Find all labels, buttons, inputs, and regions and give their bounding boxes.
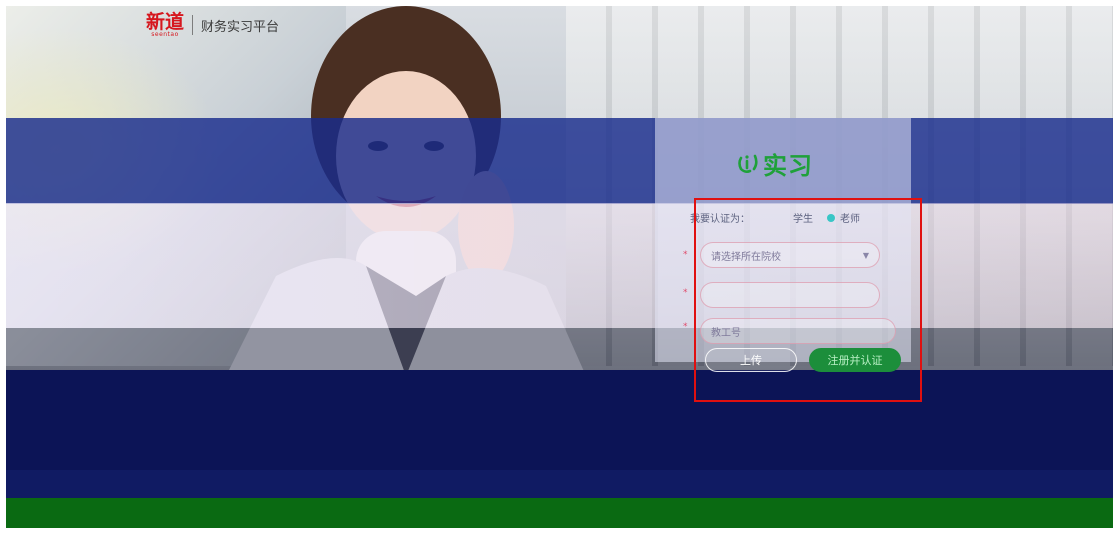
staff-id-input[interactable]: 教工号 [700,318,896,344]
register-button[interactable]: 注册并认证 [809,348,901,372]
hero-background [6,6,1113,528]
upload-button[interactable]: 上传 [705,348,797,372]
brand-text: 实习 [763,151,813,180]
role-option-label: 老师 [840,214,860,225]
glitch-band [6,370,1113,470]
required-mark: * [683,322,688,332]
account-input[interactable] [700,282,880,308]
glitch-band [6,203,1113,328]
footer-band [6,498,1113,528]
brand-logo: 实习 [737,146,813,180]
required-mark: * [683,250,688,260]
role-selector: 我要认证为： 学生 老师 [690,210,874,225]
required-mark: * [683,288,688,298]
logo-text: 新道 [146,10,185,33]
radio-icon[interactable] [780,214,788,222]
header-logo[interactable]: 新道 seentao 财务实习平台 [146,10,279,40]
glitch-band [6,470,1113,498]
radio-checked-icon[interactable] [827,213,835,222]
logo-divider [192,15,194,35]
glitch-band [6,328,1113,370]
staff-id-placeholder: 教工号 [711,327,741,339]
school-select[interactable]: 请选择所在院校 ▼ [700,242,880,268]
brand-i-icon [738,154,758,173]
login-actions: 上传 注册并认证 [705,348,901,372]
role-label: 我要认证为： [690,214,750,225]
glitch-band [6,118,1113,204]
platform-title: 财务实习平台 [201,19,280,35]
role-option-student[interactable]: 学生 [780,210,813,225]
logo-subtext: seentao [151,30,179,38]
seentao-logo: 新道 seentao [146,10,185,38]
chevron-down-icon[interactable]: ▼ [863,251,869,260]
school-select-placeholder: 请选择所在院校 [711,251,781,263]
page: 新道 seentao 财务实习平台 实习 我要认证为： 学生 老师 * 请选择所… [0,0,1117,534]
role-option-label: 学生 [793,214,813,225]
role-option-teacher[interactable]: 老师 [827,210,860,225]
